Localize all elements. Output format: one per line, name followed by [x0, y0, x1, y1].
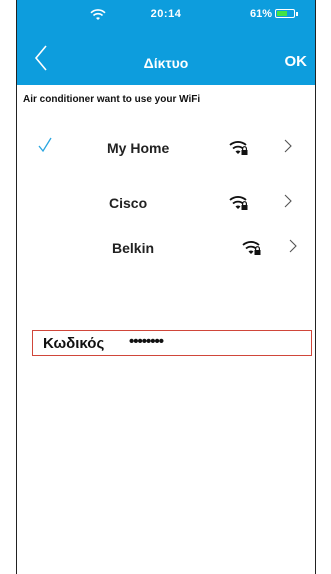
wifi-lock-icon: [229, 141, 248, 155]
password-label: Κωδικός: [43, 335, 105, 352]
chevron-right-icon: [289, 239, 297, 253]
password-value: ••••••••: [129, 333, 164, 350]
network-item-belkin[interactable]: Belkin: [17, 232, 315, 266]
battery-fill: [277, 11, 287, 16]
wifi-lock-icon: [242, 241, 261, 255]
battery-percent: 61%: [250, 8, 273, 20]
network-name: Belkin: [112, 240, 155, 256]
wifi-lock-icon: [229, 196, 248, 210]
network-name: My Home: [107, 140, 170, 156]
network-name: Cisco: [109, 195, 148, 211]
checkmark-icon: [38, 137, 52, 153]
app-header: 20:14 61% Δίκτυο OK: [17, 0, 315, 85]
ok-button[interactable]: OK: [285, 53, 308, 70]
password-field[interactable]: Κωδικός ••••••••: [32, 330, 312, 356]
page-title: Δίκτυο: [143, 55, 189, 71]
chevron-right-icon: [284, 194, 292, 208]
chevron-right-icon: [284, 139, 292, 153]
network-item-my-home[interactable]: My Home: [17, 132, 315, 166]
network-item-cisco[interactable]: Cisco: [17, 187, 315, 221]
subtitle-text: Air conditioner want to use your WiFi: [23, 94, 201, 105]
phone-screen: 20:14 61% Δίκτυο OK Air conditioner want…: [16, 0, 316, 574]
battery-icon: [275, 9, 298, 18]
